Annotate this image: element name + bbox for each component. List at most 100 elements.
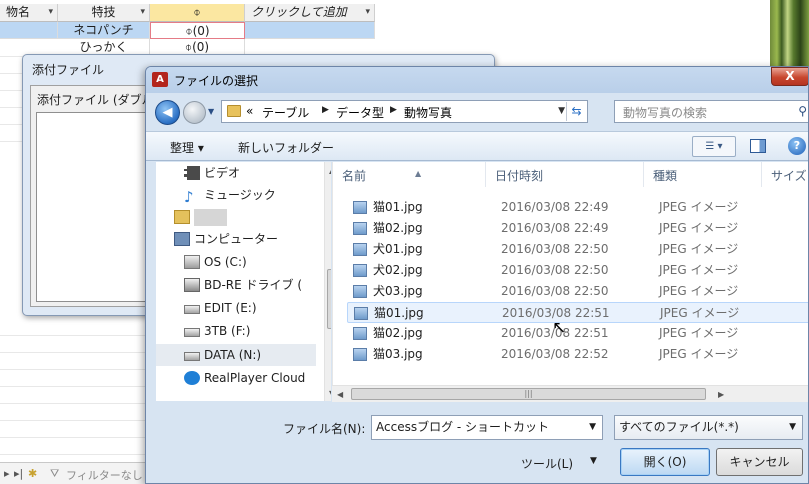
file-date: 2016/03/08 22:52 xyxy=(501,347,609,361)
scroll-left-icon[interactable]: ◀ xyxy=(337,390,343,399)
last-record-icon[interactable]: ▸| xyxy=(14,467,23,480)
filter-status[interactable]: フィルターなし xyxy=(66,467,143,483)
file-type: JPEG イメージ xyxy=(659,200,739,214)
chevron-down-icon[interactable]: ▼ xyxy=(590,456,597,466)
attachment-count: (0) xyxy=(192,40,210,54)
close-button[interactable]: X xyxy=(771,67,808,86)
breadcrumb-item[interactable]: 動物写真 xyxy=(404,104,452,121)
file-type-value: すべてのファイル(*.*) xyxy=(619,420,739,434)
nav-item-drive-f[interactable]: 3TB (F:) xyxy=(156,320,316,342)
nav-item-video[interactable]: ビデオ xyxy=(156,162,316,184)
scroll-down-icon[interactable]: ▼ xyxy=(329,389,331,398)
table-cell[interactable] xyxy=(0,22,58,39)
file-select-dialog: A ファイルの選択 X ◀ ▼ « テーブル ▶ データ型 ▶ 動物写真 ▼ ⇆… xyxy=(145,66,809,484)
file-type: JPEG イメージ xyxy=(659,284,739,298)
open-button[interactable]: 開く(O) xyxy=(620,448,710,476)
attachment-count: (0) xyxy=(192,24,210,38)
column-header-type[interactable]: 種類 xyxy=(644,162,762,187)
search-icon[interactable]: ⚲ xyxy=(798,104,807,118)
scroll-up-icon[interactable]: ▲ xyxy=(329,166,331,175)
back-button[interactable]: ◀ xyxy=(155,100,180,125)
image-file-icon xyxy=(353,222,367,235)
music-icon: ♪ xyxy=(184,188,194,206)
column-header-name[interactable]: 物名 ▾ xyxy=(0,4,58,22)
nav-item-music[interactable]: ♪ ミュージック xyxy=(156,184,316,206)
column-header-skill[interactable]: 特技 ▾ xyxy=(58,4,150,22)
chevron-right-icon[interactable]: ▶ xyxy=(322,105,329,115)
column-header-name[interactable]: ▲ 名前 xyxy=(333,162,486,187)
chevron-down-icon[interactable]: ▾ xyxy=(48,4,53,21)
column-header-label: 物名 xyxy=(6,5,31,19)
file-type: JPEG イメージ xyxy=(659,326,739,340)
video-icon xyxy=(184,166,200,180)
file-row[interactable]: 犬03.jpg 2016/03/08 22:50 JPEG イメージ xyxy=(347,281,808,302)
file-row[interactable]: 猫01.jpg 2016/03/08 22:49 JPEG イメージ xyxy=(347,197,808,218)
search-input[interactable]: 動物写真の検索 xyxy=(623,104,707,121)
file-type-select[interactable]: すべてのファイル(*.*) ▼ xyxy=(614,415,803,440)
chevron-down-icon[interactable]: ▾ xyxy=(365,4,370,21)
address-bar[interactable]: « テーブル ▶ データ型 ▶ 動物写真 ▼ ⇆ xyxy=(221,100,588,123)
next-record-icon[interactable]: ▸ xyxy=(4,467,10,480)
nav-item-drive-c[interactable]: OS (C:) xyxy=(156,251,316,273)
forward-button[interactable] xyxy=(183,101,206,124)
file-name: 犬02.jpg xyxy=(373,263,423,277)
column-header-size[interactable]: サイズ xyxy=(762,162,808,187)
table-cell[interactable]: ネコパンチ xyxy=(58,22,150,39)
scrollbar-thumb[interactable] xyxy=(327,269,331,329)
breadcrumb-item[interactable]: テーブル xyxy=(262,104,309,121)
filename-input[interactable]: Accessブログ - ショートカット ▼ xyxy=(371,415,603,440)
chevron-down-icon[interactable]: ▾ xyxy=(140,4,145,21)
file-type: JPEG イメージ xyxy=(660,306,740,320)
file-row[interactable]: 猫03.jpg 2016/03/08 22:52 JPEG イメージ xyxy=(347,344,808,365)
new-folder-button[interactable]: 新しいフォルダー xyxy=(238,139,334,156)
file-row[interactable]: 猫02.jpg 2016/03/08 22:51 JPEG イメージ xyxy=(347,323,808,344)
file-date: 2016/03/08 22:49 xyxy=(501,200,609,214)
record-navigation-bar: ▸ ▸| ✱ ⛛ フィルターなし xyxy=(0,462,150,484)
title-bar[interactable]: A ファイルの選択 X xyxy=(146,67,808,93)
breadcrumb-item[interactable]: データ型 xyxy=(336,104,384,121)
tools-button[interactable]: ツール(L) xyxy=(521,455,573,472)
attachment-list[interactable] xyxy=(36,112,146,302)
file-row-hovered[interactable]: 猫01.jpg 2016/03/08 22:51 JPEG イメージ xyxy=(347,302,808,323)
drive-icon xyxy=(184,305,200,314)
organize-button[interactable]: 整理 ▾ xyxy=(170,139,204,156)
search-box[interactable]: 動物写真の検索 ⚲ xyxy=(614,100,808,123)
column-header-label: 日付時刻 xyxy=(495,169,544,183)
nav-item-user[interactable] xyxy=(156,206,316,228)
new-record-icon[interactable]: ✱ xyxy=(28,467,37,480)
preview-pane-icon[interactable] xyxy=(750,139,766,153)
nav-item-bd-drive[interactable]: BD-RE ドライブ ( xyxy=(156,274,316,296)
help-icon[interactable]: ? xyxy=(788,137,806,155)
nav-item-drive-n[interactable]: DATA (N:) xyxy=(156,344,316,366)
column-header-add[interactable]: クリックして追加 ▾ xyxy=(245,4,375,22)
scroll-right-icon[interactable]: ▶ xyxy=(718,390,724,399)
breadcrumb-overflow[interactable]: « xyxy=(246,104,253,118)
refresh-icon[interactable]: ⇆ xyxy=(566,102,586,121)
file-name: 猫01.jpg xyxy=(374,306,424,320)
horizontal-scrollbar[interactable]: ◀ ||| ▶ xyxy=(332,385,808,402)
arrow-left-icon: ◀ xyxy=(162,105,173,120)
file-row[interactable]: 猫02.jpg 2016/03/08 22:49 JPEG イメージ xyxy=(347,218,808,239)
vertical-scrollbar[interactable]: ▲ ▼ xyxy=(324,162,331,401)
chevron-down-icon[interactable]: ▼ xyxy=(589,416,596,439)
nav-item-realplayer[interactable]: RealPlayer Cloud xyxy=(156,367,316,389)
change-view-button[interactable]: ☰ ▾ xyxy=(692,136,736,157)
desktop-wallpaper xyxy=(770,0,809,70)
nav-item-drive-e[interactable]: EDIT (E:) xyxy=(156,297,316,319)
attachment-cell[interactable]: ⌽(0) xyxy=(150,22,245,39)
chevron-right-icon[interactable]: ▶ xyxy=(390,105,397,115)
column-header-date[interactable]: 日付時刻 xyxy=(486,162,644,187)
file-row[interactable]: 犬01.jpg 2016/03/08 22:50 JPEG イメージ xyxy=(347,239,808,260)
nav-item-label: ビデオ xyxy=(204,166,241,180)
chevron-down-icon[interactable]: ▼ xyxy=(558,106,565,116)
nav-item-computer[interactable]: コンピューター xyxy=(156,228,316,250)
filter-icon[interactable]: ⛛ xyxy=(50,467,59,481)
column-header-attachment[interactable]: ⌽ xyxy=(150,4,245,22)
table-cell[interactable] xyxy=(245,22,375,39)
history-dropdown[interactable]: ▼ xyxy=(208,107,214,116)
file-row[interactable]: 犬02.jpg 2016/03/08 22:50 JPEG イメージ xyxy=(347,260,808,281)
access-app-icon: A xyxy=(152,72,168,87)
cancel-button[interactable]: キャンセル xyxy=(716,448,803,476)
scrollbar-thumb[interactable]: ||| xyxy=(351,388,706,400)
chevron-down-icon[interactable]: ▼ xyxy=(789,416,796,439)
